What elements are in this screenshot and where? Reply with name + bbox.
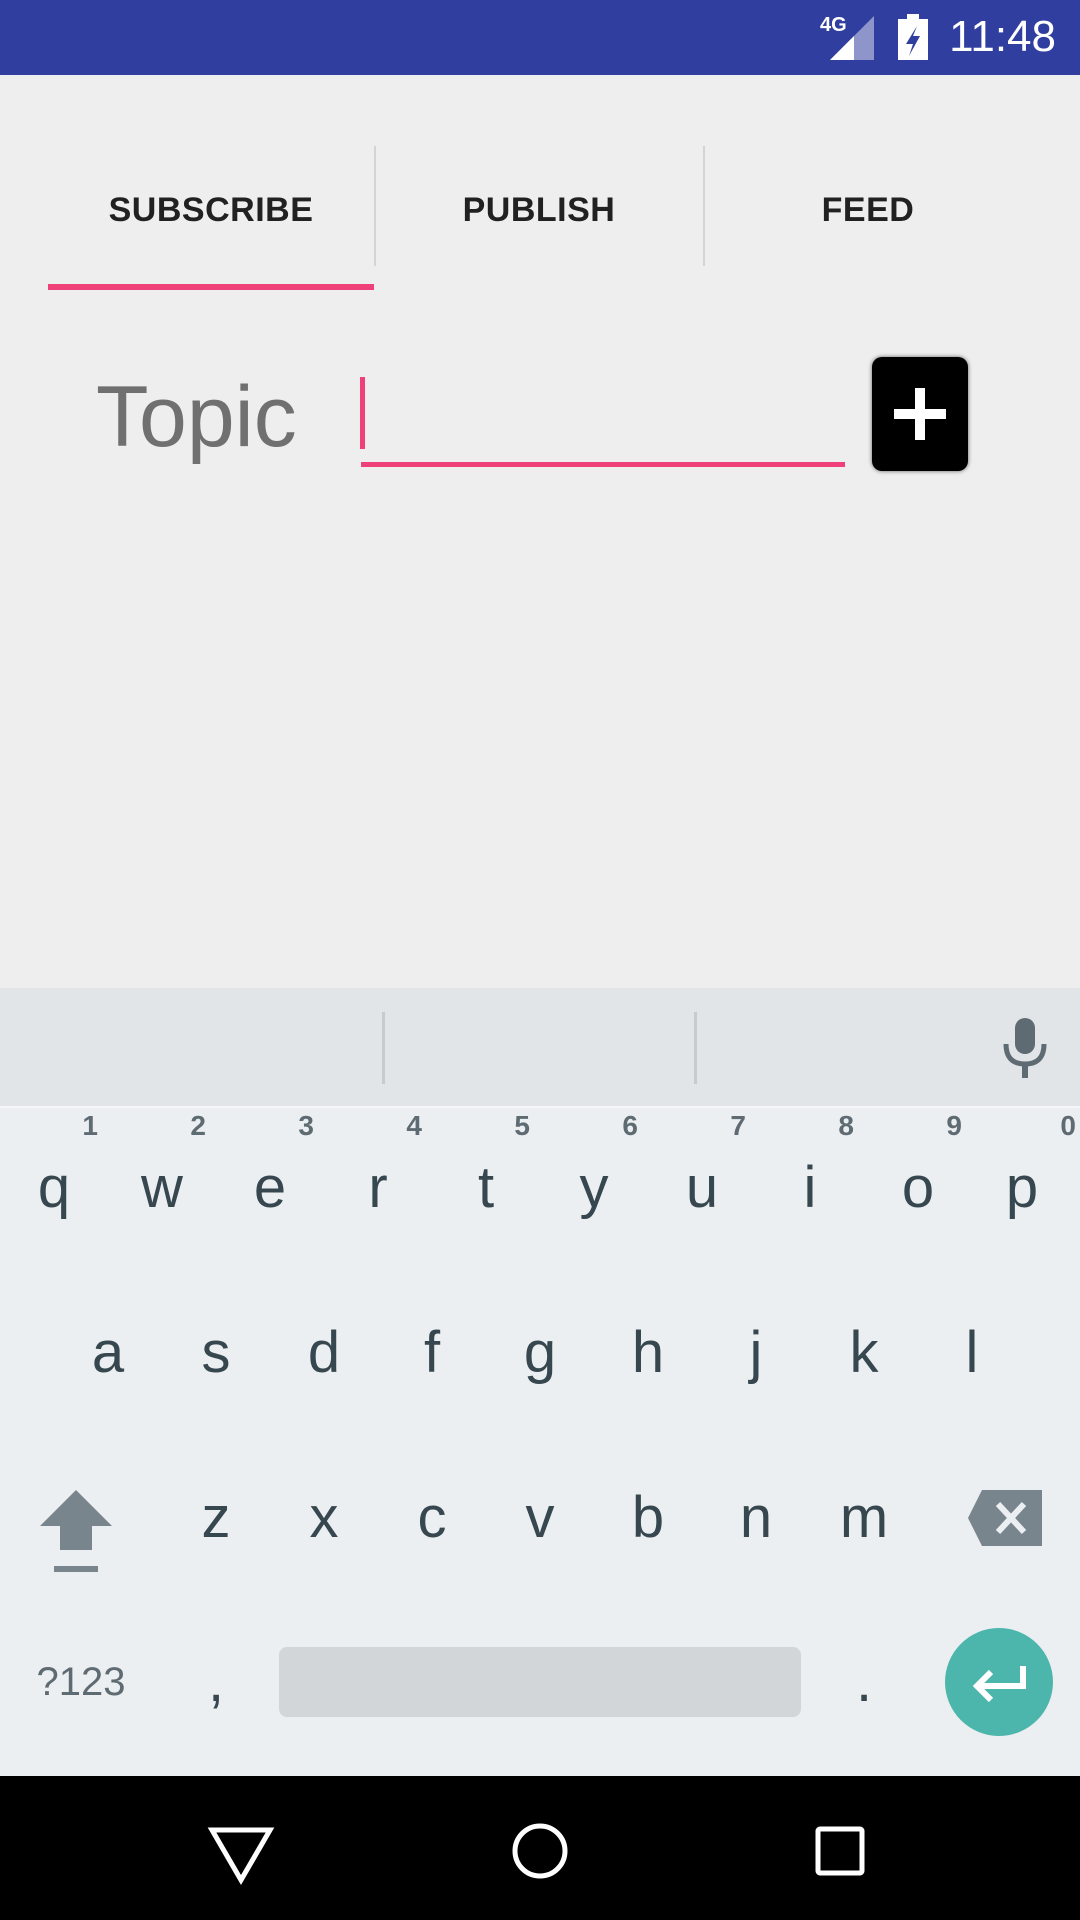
key-e[interactable]: e3	[220, 1112, 320, 1248]
backspace-key[interactable]	[956, 1458, 1056, 1578]
key-hint: 3	[298, 1110, 314, 1141]
recents-square-icon[interactable]	[805, 1816, 875, 1886]
key-k[interactable]: k	[814, 1293, 914, 1413]
enter-key[interactable]	[945, 1628, 1053, 1736]
back-triangle-icon[interactable]	[206, 1816, 276, 1886]
key-x[interactable]: x	[274, 1458, 374, 1578]
key-m[interactable]: m	[814, 1458, 914, 1578]
key-label: i	[803, 1155, 817, 1220]
key-v[interactable]: v	[490, 1458, 590, 1578]
key-hint: 1	[82, 1110, 98, 1141]
key-j[interactable]: j	[706, 1293, 806, 1413]
key-s[interactable]: s	[166, 1293, 266, 1413]
tab-feed[interactable]: FEED	[705, 180, 1031, 240]
status-time: 11:48	[949, 12, 1056, 61]
key-label: e	[253, 1155, 287, 1220]
key-r[interactable]: r4	[328, 1112, 428, 1248]
shift-icon	[40, 1490, 112, 1572]
key-i[interactable]: i8	[760, 1112, 860, 1248]
period-key[interactable]: .	[814, 1622, 914, 1742]
key-hint: 7	[730, 1110, 746, 1141]
key-y[interactable]: y6	[544, 1112, 644, 1248]
key-t[interactable]: t5	[436, 1112, 536, 1248]
key-f[interactable]: f	[382, 1293, 482, 1413]
navigation-bar	[0, 1776, 1080, 1920]
key-l[interactable]: l	[922, 1293, 1022, 1413]
key-label: p	[1005, 1155, 1039, 1220]
backspace-icon	[968, 1490, 1042, 1546]
shift-key[interactable]	[26, 1458, 126, 1578]
keyboard-suggestion-strip	[0, 988, 1080, 1108]
key-g[interactable]: g	[490, 1293, 590, 1413]
key-hint: 5	[514, 1110, 530, 1141]
tab-publish[interactable]: PUBLISH	[376, 180, 702, 240]
key-hint: 9	[946, 1110, 962, 1141]
key-label: t	[477, 1155, 495, 1220]
microphone-icon[interactable]	[1000, 1016, 1050, 1080]
topic-label: Topic	[96, 369, 297, 465]
key-label: u	[685, 1155, 719, 1220]
key-label: q	[37, 1155, 71, 1220]
status-bar: 4G 11:48	[0, 0, 1080, 75]
key-z[interactable]: z	[166, 1458, 266, 1578]
comma-key[interactable]: ,	[166, 1622, 266, 1742]
key-u[interactable]: u7	[652, 1112, 752, 1248]
key-a[interactable]: a	[58, 1293, 158, 1413]
key-h[interactable]: h	[598, 1293, 698, 1413]
key-hint: 4	[406, 1110, 422, 1141]
key-o[interactable]: o9	[868, 1112, 968, 1248]
key-b[interactable]: b	[598, 1458, 698, 1578]
topic-input-underline	[361, 462, 845, 467]
signal-4g-icon: 4G	[820, 14, 874, 60]
suggestion-divider	[694, 1012, 697, 1084]
add-topic-button[interactable]	[872, 357, 968, 471]
symbols-key[interactable]: ?123	[26, 1622, 136, 1742]
topic-input[interactable]	[362, 372, 844, 464]
key-label: w	[141, 1155, 183, 1220]
key-p[interactable]: p0	[972, 1112, 1076, 1248]
key-d[interactable]: d	[274, 1293, 374, 1413]
key-hint: 8	[838, 1110, 854, 1141]
key-label: y	[579, 1155, 609, 1220]
key-label: r	[368, 1155, 388, 1220]
enter-arrow-icon	[972, 1666, 1026, 1702]
text-cursor	[360, 377, 365, 449]
tab-subscribe[interactable]: SUBSCRIBE	[48, 180, 374, 240]
space-bar[interactable]	[279, 1647, 801, 1717]
suggestion-divider	[382, 1012, 385, 1084]
key-q[interactable]: q1	[4, 1112, 104, 1248]
key-c[interactable]: c	[382, 1458, 482, 1578]
key-hint: 2	[190, 1110, 206, 1141]
selected-tab-indicator	[48, 284, 374, 290]
key-hint: 6	[622, 1110, 638, 1141]
battery-charging-icon	[898, 14, 928, 60]
key-label: o	[901, 1155, 935, 1220]
key-w[interactable]: w2	[112, 1112, 212, 1248]
plus-icon	[894, 388, 946, 440]
key-hint: 0	[1060, 1110, 1076, 1141]
key-n[interactable]: n	[706, 1458, 806, 1578]
home-circle-icon[interactable]	[505, 1816, 575, 1886]
